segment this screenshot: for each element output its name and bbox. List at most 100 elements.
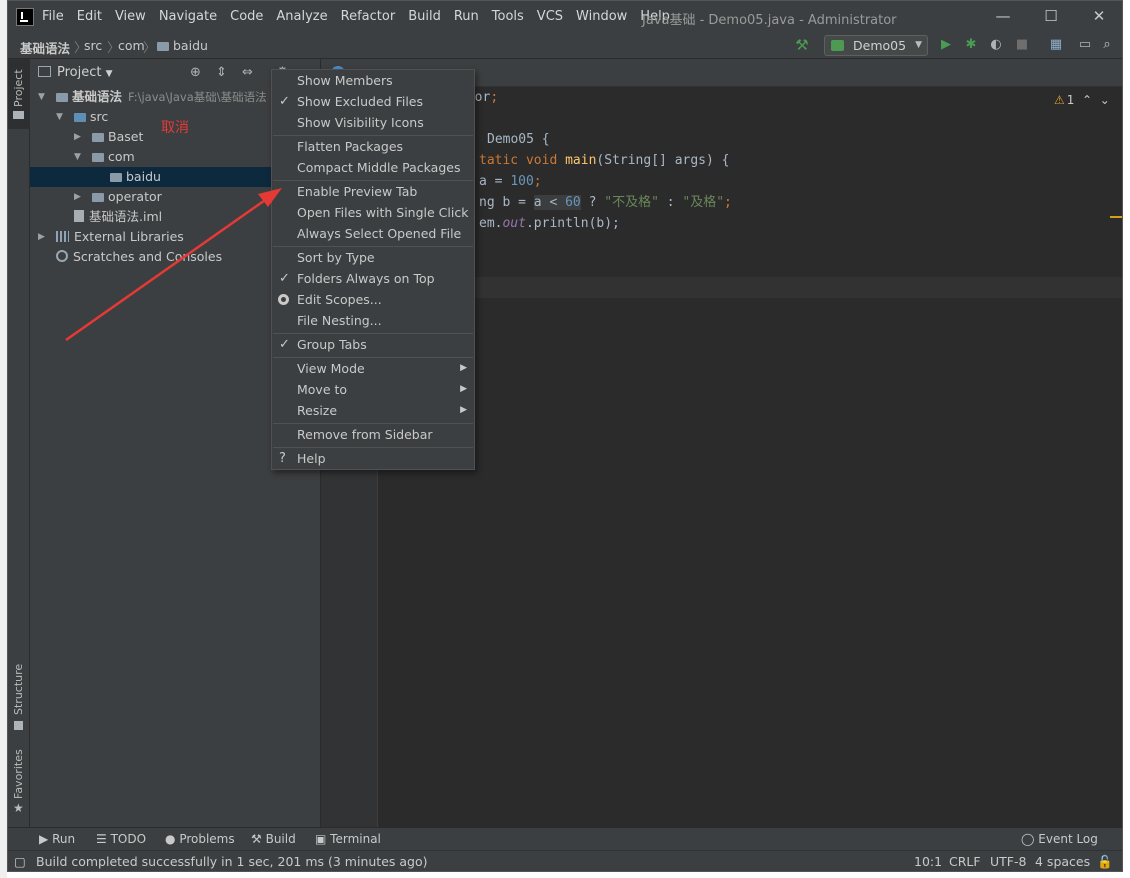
menu-item-compact-middle-packages[interactable]: Compact Middle Packages: [272, 157, 474, 178]
run-config-label: Demo05: [853, 38, 907, 53]
menu-item-view-mode[interactable]: View Mode ▶: [272, 358, 474, 379]
presentation-icon[interactable]: ▭: [1077, 37, 1093, 53]
intellij-logo-icon: [16, 7, 34, 26]
menu-item-show-visibility-icons[interactable]: Show Visibility Icons: [272, 112, 474, 133]
run-config-icon: [831, 40, 844, 51]
menu-navigate[interactable]: Navigate: [159, 9, 217, 24]
menu-analyze[interactable]: Analyze: [276, 9, 327, 24]
tree-item-path: F:\java\Java基础\基础语法: [128, 90, 267, 104]
chevron-right-icon: ▶: [460, 384, 467, 394]
menu-item-flatten-packages[interactable]: Flatten Packages: [272, 136, 474, 157]
inspection-widget[interactable]: ⚠ 1 ⌃ ⌄: [1054, 93, 1110, 107]
menu-item-folders-always-on-top[interactable]: ✓ Folders Always on Top: [272, 268, 474, 289]
tab-favorites[interactable]: Favorites ★: [8, 749, 30, 819]
navigation-bar: 基础语法 〉 src 〉 com 〉 baidu ⚒ Demo05 ▼ ▶ ✱ …: [8, 32, 1122, 59]
menu-item-file-nesting[interactable]: File Nesting...: [272, 310, 474, 331]
status-message[interactable]: Build completed successfully in 1 sec, 2…: [36, 854, 428, 869]
tree-item-label: com: [108, 149, 135, 164]
folder-icon: [13, 111, 24, 119]
breadcrumb-project[interactable]: 基础语法: [20, 38, 70, 57]
menu-item-sort-by-type[interactable]: Sort by Type: [272, 247, 474, 268]
tree-node: 基础语法 F:\java\Java基础\基础语法: [56, 87, 267, 107]
run-icon[interactable]: ▶: [938, 37, 954, 53]
tree-item-label: 基础语法: [72, 89, 123, 104]
chevron-right-icon: ▶: [74, 192, 81, 202]
project-title: Project: [57, 65, 102, 80]
breadcrumb-src[interactable]: src: [84, 38, 102, 53]
project-view-selector[interactable]: Project ▼: [38, 65, 113, 80]
status-toggle-icon[interactable]: ▢: [14, 854, 26, 869]
tab-project[interactable]: Project: [8, 59, 30, 129]
menu-item-always-select-opened-file[interactable]: Always Select Opened File: [272, 223, 474, 244]
status-line-separator[interactable]: CRLF: [949, 854, 981, 869]
project-options-context-menu: Show Members ✓ Show Excluded Files Show V…: [271, 69, 475, 470]
menu-build[interactable]: Build: [408, 9, 441, 24]
menu-tools[interactable]: Tools: [492, 9, 524, 24]
project-structure-icon[interactable]: ▦: [1048, 37, 1064, 53]
menu-refactor[interactable]: Refactor: [341, 9, 396, 24]
lock-icon[interactable]: 🔓: [1097, 854, 1113, 870]
tool-todo[interactable]: ☰ TODO: [96, 832, 146, 846]
tab-favorites-label: Favorites: [12, 749, 25, 799]
status-indent[interactable]: 4 spaces: [1035, 854, 1090, 869]
left-tool-stripe: Project Structure Favorites ★: [8, 59, 30, 827]
code-line: tatic void main(String[] args) {: [479, 153, 730, 168]
check-icon: ✓: [279, 337, 290, 352]
breadcrumb-baidu[interactable]: baidu: [157, 38, 208, 53]
chevron-down-icon: ▼: [56, 112, 63, 122]
tab-structure[interactable]: Structure: [8, 663, 30, 735]
menu-item-show-members[interactable]: Show Members: [272, 70, 474, 91]
menu-item-remove-from-sidebar[interactable]: Remove from Sidebar: [272, 424, 474, 445]
menu-item-enable-preview-tab[interactable]: Enable Preview Tab: [272, 181, 474, 202]
maximize-icon[interactable]: ☐: [1041, 6, 1061, 26]
collapse-all-icon[interactable]: ⇔: [240, 65, 255, 80]
package-icon: [110, 173, 122, 182]
menu-item-help[interactable]: ? Help: [272, 448, 474, 469]
menu-vcs[interactable]: VCS: [537, 9, 563, 24]
annotation-text: 取消: [161, 120, 189, 136]
menu-item-show-excluded-files[interactable]: ✓ Show Excluded Files: [272, 91, 474, 112]
status-position[interactable]: 10:1: [914, 854, 942, 869]
run-configuration-select[interactable]: Demo05 ▼: [824, 35, 928, 56]
chevron-down-icon[interactable]: ⌄: [1100, 93, 1110, 107]
tree-item-label: baidu: [126, 169, 161, 184]
close-icon[interactable]: ✕: [1089, 6, 1109, 26]
tool-terminal[interactable]: ▣ Terminal: [315, 832, 381, 846]
tool-event-log[interactable]: ◯ Event Log: [1021, 832, 1098, 846]
build-hammer-icon[interactable]: ⚒: [794, 37, 810, 53]
tool-problems[interactable]: ● Problems: [165, 832, 235, 846]
menu-item-edit-scopes[interactable]: Edit Scopes...: [272, 289, 474, 310]
tree-item-label: External Libraries: [74, 229, 184, 244]
chevron-down-icon: ▼: [38, 92, 45, 102]
menu-edit[interactable]: Edit: [77, 9, 102, 24]
tree-node: baidu: [110, 167, 161, 187]
coverage-icon[interactable]: ◐: [988, 37, 1004, 53]
menu-item-move-to[interactable]: Move to ▶: [272, 379, 474, 400]
stop-icon[interactable]: ■: [1014, 37, 1030, 53]
locate-icon[interactable]: ⊕: [188, 65, 203, 80]
menu-file[interactable]: File: [42, 9, 64, 24]
menu-item-open-files-single-click[interactable]: Open Files with Single Click: [272, 202, 474, 223]
warning-count: 1: [1066, 93, 1075, 107]
menu-window[interactable]: Window: [576, 9, 627, 24]
menu-view[interactable]: View: [115, 9, 146, 24]
search-icon[interactable]: ⌕: [1099, 37, 1115, 53]
menu-item-resize[interactable]: Resize ▶: [272, 400, 474, 421]
terminal-icon: ▣: [315, 832, 327, 846]
menu-run[interactable]: Run: [454, 9, 479, 24]
menu-item-group-tabs[interactable]: ✓ Group Tabs: [272, 334, 474, 355]
desktop-edge-right: [1123, 0, 1130, 878]
breadcrumb-com[interactable]: com: [118, 38, 145, 53]
chevron-up-icon[interactable]: ⌃: [1082, 93, 1092, 107]
tool-run[interactable]: ▶ Run: [39, 832, 75, 846]
tab-project-label: Project: [12, 69, 25, 107]
minimize-icon[interactable]: —: [993, 6, 1013, 26]
menu-code[interactable]: Code: [230, 9, 263, 24]
scratches-icon: [56, 250, 68, 262]
tool-build[interactable]: ⚒ Build: [251, 832, 296, 846]
current-line-highlight: [379, 277, 1122, 298]
expand-all-icon[interactable]: ⇕: [214, 65, 229, 80]
status-encoding[interactable]: UTF-8: [990, 854, 1026, 869]
debug-icon[interactable]: ✱: [963, 37, 979, 53]
warning-marker[interactable]: [1110, 216, 1122, 218]
